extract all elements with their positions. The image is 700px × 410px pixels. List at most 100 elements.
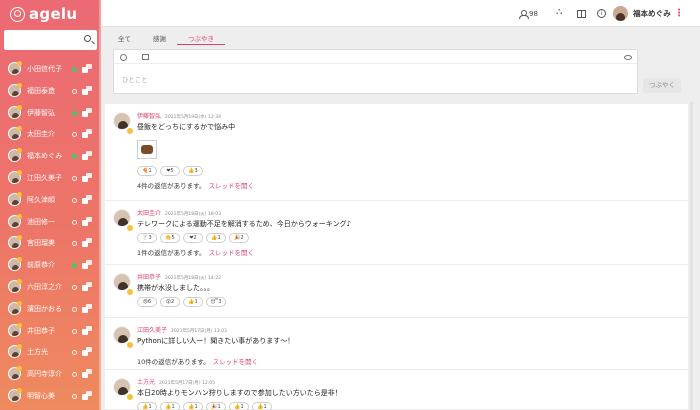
app-logo[interactable]: agelu [10,5,77,23]
thanks-icon[interactable] [82,369,92,379]
reaction-chip[interactable]: 👍3 [183,166,203,176]
thanks-icon[interactable] [82,216,92,226]
sidebar-user-item[interactable]: 土方光 [0,342,101,364]
reaction-chip[interactable]: 👍1 [229,402,249,410]
thanks-icon[interactable] [82,260,92,270]
thanks-icon[interactable] [82,303,92,313]
reaction-chip[interactable]: 👍1 [183,297,203,307]
sidebar-user-item[interactable]: 小田信代子 [0,59,101,81]
tab-1[interactable]: 感謝 [142,27,177,45]
post-author-name[interactable]: 太田圭介 [137,210,161,217]
reply-count: 1件の返信があります。 [137,249,206,257]
sidebar-user-item[interactable]: 濱田かおる [0,299,101,321]
sidebar-user-item[interactable]: 太田圭介 [0,124,101,146]
post-author-name[interactable]: 井田恭子 [137,274,161,281]
reply-summary: 4件の返信があります。 スレッドを開く [137,180,254,190]
sidebar-user-item[interactable]: 江田久美子 [0,168,101,190]
thanks-icon[interactable] [82,194,92,204]
thanks-icon[interactable] [82,347,92,357]
status-badge [17,235,22,241]
tab-2[interactable]: つぶやき [177,27,225,45]
reaction-chip[interactable]: ❤5 [160,166,180,176]
reaction-chip[interactable]: 😲2 [160,297,180,307]
presence-dot [72,219,77,225]
sidebar-user-item[interactable]: 宮田瑠美 [0,233,101,255]
more-menu-button[interactable]: ⋮ [674,0,684,27]
reaction-chip[interactable]: 🎉1 [206,402,226,410]
reaction-chip[interactable]: 👍1 [206,233,226,243]
reaction-chip[interactable]: 👍1 [183,402,203,410]
presence-dot [72,306,77,312]
post-author[interactable]: 土方光 2021年5月17日(月) 12:05 [137,377,215,386]
thanks-icon[interactable] [82,64,92,73]
logo-icon [10,6,25,22]
open-thread-link[interactable]: スレッドを開く [209,182,255,190]
presence-dot [72,67,77,72]
logo-text: agelu [29,5,78,23]
thanks-icon[interactable] [82,107,92,117]
sidebar-user-item[interactable]: 伊藤智弘 [0,103,101,125]
feed-scrollbar[interactable] [690,102,693,410]
thanks-icon[interactable] [82,281,92,291]
sidebar-user-item[interactable]: 福田泰造 [0,81,101,103]
open-thread-link[interactable]: スレッドを開く [209,249,255,257]
reaction-chip[interactable]: 👍1 [137,402,157,410]
post-editor[interactable]: ひとこと [113,49,638,94]
status-badge [17,366,22,372]
thanks-icon[interactable] [82,172,92,182]
presence-dot [72,263,77,269]
post-image-thumbnail[interactable] [137,140,157,159]
sidebar-user-item[interactable]: 阿久津順 [0,190,101,212]
post-author[interactable]: 太田圭介 2021年5月18日(火) 18:03 [137,208,221,217]
emoji-icon[interactable] [120,54,127,61]
sidebar-user-item[interactable]: 高円寺淳介 [0,364,101,386]
reaction-chip[interactable]: 🎉2 [229,233,249,243]
tab-0[interactable]: 全て [107,27,142,45]
post-date: 2021年5月17日(月) 12:05 [159,381,215,386]
open-thread-link[interactable]: スレッドを開く [213,358,259,366]
reaction-chip[interactable]: 😢6 [137,297,157,307]
post-button[interactable]: つぶやく [643,78,681,93]
post-author[interactable]: 井田恭子 2021年5月18日(火) 14:22 [137,272,221,281]
thanks-icon[interactable] [82,85,92,95]
sidebar-user-item[interactable]: 井田恭子 [0,321,101,343]
thanks-icon[interactable] [82,325,92,335]
sidebar-user-item[interactable]: 六田淳之介 [0,277,101,299]
sidebar-user-name: 福本めぐみ [27,152,63,161]
reaction-chip[interactable]: 🍕1 [137,166,157,176]
post-author[interactable]: 伊藤智弘 2021年5月19日(水) 12:34 [137,111,221,120]
reaction-bar: 🍸3 👏5 ❤2 👍1 🎉2 [137,233,249,243]
reaction-chip[interactable]: 👏5 [160,233,180,243]
search-icon[interactable] [84,35,91,42]
thanks-icon[interactable] [82,129,92,139]
reaction-chip[interactable]: 👍1 [252,402,272,410]
post-author-name[interactable]: 江田久美子 [137,327,167,334]
reaction-chip[interactable]: 😴3 [206,297,226,307]
reaction-chip[interactable]: ❤2 [183,233,203,243]
sidebar-user-item[interactable]: 明智心美 [0,386,101,408]
gift-button[interactable] [577,0,586,27]
image-icon[interactable] [142,54,149,60]
post-author[interactable]: 江田久美子 2021年5月17日(月) 13:03 [137,325,227,334]
sidebar-user-item[interactable]: 池田修一 [0,212,101,234]
reaction-chip[interactable]: 🍸3 [137,233,157,243]
presence-dot [72,175,77,181]
post-author-name[interactable]: 土方光 [137,379,155,386]
network-button[interactable] [556,0,565,27]
presence-dot [72,154,77,160]
thanks-icon[interactable] [82,390,92,400]
sidebar-user-item[interactable]: 福本めぐみ [0,146,101,168]
feed-post: 太田圭介 2021年5月18日(火) 18:03 テレワークによる運動不足を解消する… [105,201,688,265]
reaction-chip[interactable]: 👍1 [160,402,180,410]
online-count[interactable]: 98 [519,0,538,27]
thanks-icon[interactable] [82,151,92,161]
sidebar-search-input[interactable] [4,30,97,50]
sidebar-user-item[interactable]: 前原恭介 [0,255,101,277]
preview-eye-icon[interactable] [624,55,632,60]
thanks-icon[interactable] [82,238,92,248]
info-button[interactable]: i [597,0,606,27]
reply-summary: 1件の返信があります。 スレッドを開く [137,247,254,257]
editor-placeholder[interactable]: ひとこと [122,74,148,84]
user-menu[interactable]: 福本めぐみ [613,0,671,27]
post-author-name[interactable]: 伊藤智弘 [137,113,161,120]
